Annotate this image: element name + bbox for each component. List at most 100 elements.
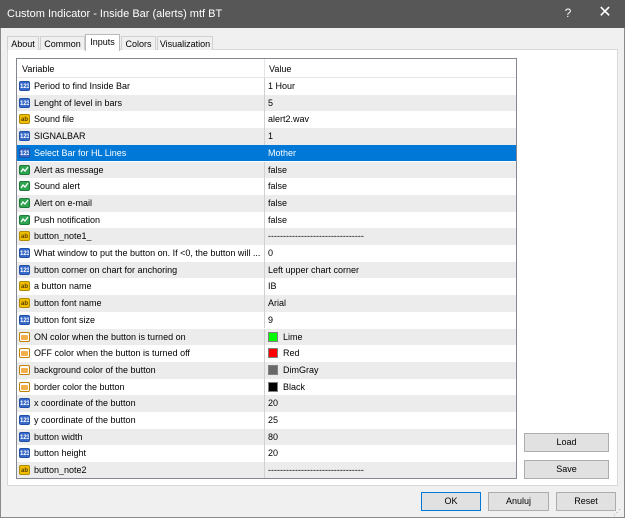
load-button[interactable]: Load — [524, 433, 609, 452]
table-row[interactable]: background color of the button DimGray — [17, 361, 516, 379]
column-header-variable[interactable]: Variable — [22, 64, 54, 74]
close-button[interactable]: ✕ — [585, 0, 625, 28]
table-row[interactable]: ab button_note2 --------------------------… — [17, 462, 516, 478]
variable-value[interactable]: IB — [268, 281, 277, 291]
tab-inputs[interactable]: Inputs — [85, 34, 120, 51]
inputs-grid[interactable]: Variable Value 123 Period to find Inside … — [16, 58, 517, 479]
table-row[interactable]: 123 Lenght of level in bars 5 — [17, 94, 516, 112]
tab-about[interactable]: About — [7, 36, 39, 50]
boolean-type-icon — [19, 181, 30, 192]
variable-name: button height — [34, 448, 87, 459]
variable-name: Lenght of level in bars — [34, 97, 123, 108]
table-row[interactable]: 123 button font size 9 — [17, 311, 516, 329]
variable-value[interactable]: -------------------------------- — [268, 231, 364, 241]
variable-value[interactable]: Arial — [268, 298, 286, 308]
variable-name: button corner on chart for anchoring — [34, 264, 178, 275]
cell-divider — [264, 378, 265, 396]
number-type-icon: 123 — [19, 81, 30, 91]
column-header-value[interactable]: Value — [269, 64, 291, 74]
tab-visualization[interactable]: Visualization — [157, 36, 213, 50]
number-type-icon: 123 — [19, 97, 30, 108]
cell-divider — [264, 428, 265, 446]
variable-value[interactable]: DimGray — [283, 365, 319, 375]
reset-button[interactable]: Reset — [556, 492, 616, 511]
variable-value[interactable]: 5 — [268, 98, 273, 108]
variable-name: What window to put the button on. If <0,… — [34, 248, 261, 258]
color-swatch — [268, 364, 278, 375]
variable-value[interactable]: 1 Hour — [268, 81, 295, 91]
boolean-type-icon — [19, 214, 30, 225]
resize-grip-icon[interactable]: ⋰ — [613, 508, 623, 517]
cell-divider — [264, 245, 265, 262]
table-row[interactable]: 123 button height 20 — [17, 445, 516, 463]
color-type-icon — [19, 381, 30, 392]
variable-value[interactable]: Left upper chart corner — [268, 265, 359, 275]
variable-value[interactable]: 9 — [268, 315, 273, 325]
table-row[interactable]: ab a button name IB — [17, 278, 516, 296]
cell-divider — [264, 94, 265, 112]
variable-name: button_note2 — [34, 465, 87, 476]
variable-value[interactable]: 80 — [268, 432, 278, 442]
variable-name: Alert as message — [34, 164, 104, 175]
variable-value[interactable]: 20 — [268, 448, 278, 458]
cell-divider — [264, 144, 265, 162]
color-type-icon — [19, 331, 30, 342]
string-type-icon: ab — [19, 231, 30, 242]
table-row[interactable]: 123 button corner on chart for anchoring L… — [17, 261, 516, 279]
column-separator[interactable] — [264, 59, 265, 78]
table-row[interactable]: Alert on e-mail false — [17, 194, 516, 212]
help-button[interactable]: ? — [548, 0, 588, 28]
table-row[interactable]: ab button font name Arial — [17, 295, 516, 312]
title-bar: Custom Indicator - Inside Bar (alerts) m… — [0, 0, 625, 28]
variable-value[interactable]: -------------------------------- — [268, 465, 364, 475]
variable-value[interactable]: Mother — [268, 148, 296, 158]
cell-divider — [264, 178, 265, 195]
cell-divider — [264, 111, 265, 129]
table-row[interactable]: Alert as message false — [17, 161, 516, 179]
variable-value[interactable]: Black — [283, 382, 305, 392]
variable-value[interactable]: alert2.wav — [268, 114, 309, 124]
table-row[interactable]: 123 SIGNALBAR 1 — [17, 128, 516, 145]
cell-divider — [264, 412, 265, 429]
variable-value[interactable]: 25 — [268, 415, 278, 425]
variable-name: Push notification — [34, 214, 101, 225]
ok-button[interactable]: OK — [421, 492, 481, 511]
table-row[interactable]: Sound alert false — [17, 178, 516, 195]
variable-value[interactable]: false — [268, 165, 287, 175]
table-row[interactable]: 123 Period to find Inside Bar 1 Hour — [17, 78, 516, 95]
table-row[interactable]: 123 Select Bar for HL Lines Mother — [17, 144, 516, 162]
color-swatch — [268, 348, 278, 359]
number-type-icon: 123 — [19, 415, 30, 425]
variable-value[interactable]: false — [268, 198, 287, 208]
cancel-button[interactable]: Anuluj — [488, 492, 549, 511]
variable-value[interactable]: false — [268, 181, 287, 191]
table-row[interactable]: 123 y coordinate of the button 25 — [17, 412, 516, 429]
string-type-icon: ab — [19, 465, 30, 476]
table-row[interactable]: OFF color when the button is turned off R… — [17, 345, 516, 362]
table-row[interactable]: border color the button Black — [17, 378, 516, 396]
table-row[interactable]: 123 button width 80 — [17, 428, 516, 446]
tab-colors[interactable]: Colors — [121, 36, 156, 50]
number-type-icon: 123 — [19, 448, 30, 459]
grid-header: Variable Value — [17, 59, 516, 78]
tab-common[interactable]: Common — [40, 36, 85, 50]
table-row[interactable]: Push notification false — [17, 211, 516, 229]
save-button[interactable]: Save — [524, 460, 609, 479]
table-row[interactable]: ab Sound file alert2.wav — [17, 111, 516, 129]
string-type-icon: ab — [19, 298, 30, 309]
variable-value[interactable]: 0 — [268, 248, 273, 258]
variable-value[interactable]: Lime — [283, 332, 303, 342]
table-row[interactable]: ab button_note1_ -------------------------… — [17, 228, 516, 245]
variable-value[interactable]: 20 — [268, 398, 278, 408]
variable-value[interactable]: 1 — [268, 131, 273, 141]
cell-divider — [264, 161, 265, 179]
boolean-type-icon — [19, 197, 30, 208]
variable-value[interactable]: false — [268, 215, 287, 225]
table-row[interactable]: 123 What window to put the button on. If … — [17, 245, 516, 262]
table-row[interactable]: ON color when the button is turned on Lim… — [17, 328, 516, 346]
variable-value[interactable]: Red — [283, 348, 300, 358]
variable-name: SIGNALBAR — [34, 131, 86, 142]
cell-divider — [264, 462, 265, 478]
cell-divider — [264, 211, 265, 229]
table-row[interactable]: 123 x coordinate of the button 20 — [17, 395, 516, 412]
